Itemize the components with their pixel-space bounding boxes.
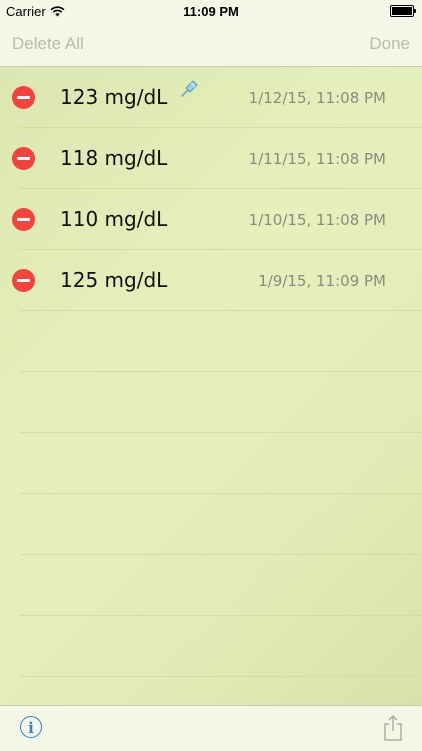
row-divider bbox=[20, 615, 422, 616]
row-divider bbox=[20, 371, 422, 372]
delete-row-button[interactable] bbox=[12, 147, 35, 170]
battery-icon bbox=[390, 5, 416, 17]
reading-timestamp: 1/10/15, 11:08 PM bbox=[248, 211, 386, 229]
readings-list: 123 mg/dL 1/12/15, 11:08 PM 118 mg/dL 1/… bbox=[0, 67, 422, 705]
delete-all-button[interactable]: Delete All bbox=[12, 34, 84, 54]
info-icon[interactable]: i bbox=[20, 716, 42, 738]
row-divider bbox=[20, 676, 422, 677]
row-divider bbox=[20, 432, 422, 433]
reading-value: 110 mg/dL bbox=[60, 207, 168, 231]
row-divider bbox=[20, 493, 422, 494]
list-item[interactable]: 125 mg/dL 1/9/15, 11:09 PM bbox=[0, 250, 422, 311]
navigation-bar: Delete All Done bbox=[0, 22, 422, 67]
delete-row-button[interactable] bbox=[12, 208, 35, 231]
reading-value: 125 mg/dL bbox=[60, 268, 168, 292]
list-item[interactable]: 123 mg/dL 1/12/15, 11:08 PM bbox=[0, 67, 422, 128]
done-button[interactable]: Done bbox=[369, 34, 410, 54]
reading-timestamp: 1/11/15, 11:08 PM bbox=[248, 150, 386, 168]
reading-timestamp: 1/12/15, 11:08 PM bbox=[248, 89, 386, 107]
list-item[interactable]: 110 mg/dL 1/10/15, 11:08 PM bbox=[0, 189, 422, 250]
row-divider bbox=[20, 554, 422, 555]
reading-value: 118 mg/dL bbox=[60, 146, 168, 170]
share-icon[interactable] bbox=[382, 714, 404, 742]
reading-timestamp: 1/9/15, 11:09 PM bbox=[258, 272, 386, 290]
reading-value: 123 mg/dL bbox=[60, 85, 168, 109]
bottom-toolbar: i bbox=[0, 705, 422, 751]
clock-time: 11:09 PM bbox=[183, 4, 239, 19]
delete-row-button[interactable] bbox=[12, 269, 35, 292]
row-divider bbox=[20, 310, 422, 311]
delete-row-button[interactable] bbox=[12, 86, 35, 109]
status-bar: Carrier 11:09 PM bbox=[0, 0, 422, 22]
pushpin-icon bbox=[181, 80, 198, 97]
list-item[interactable]: 118 mg/dL 1/11/15, 11:08 PM bbox=[0, 128, 422, 189]
